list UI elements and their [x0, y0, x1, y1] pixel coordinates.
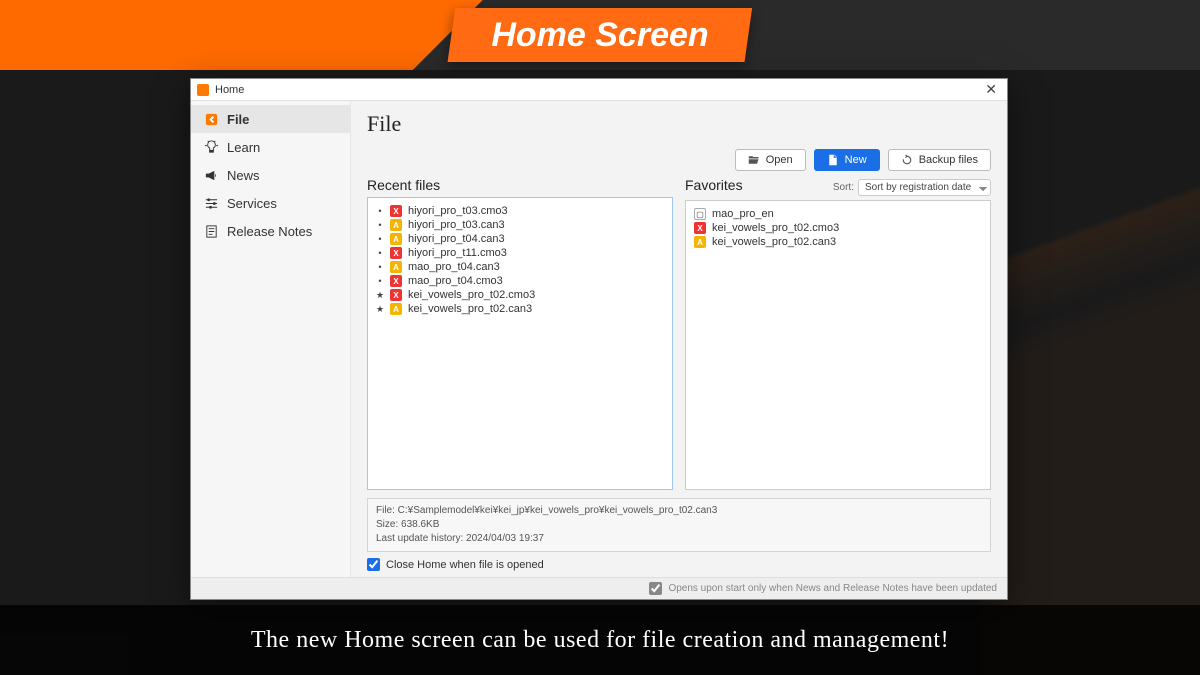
- list-item[interactable]: • Xmao_pro_t04.cmo3: [376, 274, 664, 288]
- bg-stripe-right: [980, 0, 1200, 675]
- footer-option[interactable]: Opens upon start only when News and Rele…: [191, 577, 1007, 599]
- folder-icon: ▢: [694, 208, 706, 220]
- pin-mark: ★: [376, 304, 384, 315]
- sidebar-item-label: File: [227, 112, 249, 127]
- list-item[interactable]: • Xhiyori_pro_t03.cmo3: [376, 204, 664, 218]
- sidebar-item-label: Learn: [227, 140, 260, 155]
- cmo3-icon: X: [390, 289, 402, 301]
- pin-mark: •: [376, 220, 384, 230]
- new-button[interactable]: New: [814, 149, 880, 171]
- caption: The new Home screen can be used for file…: [0, 605, 1200, 675]
- banner-title: Home Screen: [448, 8, 753, 62]
- list-item[interactable]: • Xhiyori_pro_t11.cmo3: [376, 246, 664, 260]
- recent-title: Recent files: [367, 177, 440, 193]
- can3-icon: A: [694, 236, 706, 248]
- file-name: hiyori_pro_t03.can3: [408, 219, 505, 231]
- sidebar-item-file[interactable]: File: [191, 105, 350, 133]
- cmo3-icon: X: [390, 247, 402, 259]
- cmo3-icon: X: [390, 275, 402, 287]
- recent-list[interactable]: • Xhiyori_pro_t03.cmo3 • Ahiyori_pro_t03.ca…: [367, 197, 673, 490]
- list-item[interactable]: ★ Xkei_vowels_pro_t02.cmo3: [376, 288, 664, 302]
- recent-panel: Recent files • Xhiyori_pro_t03.cmo3 • Ahiyo…: [367, 177, 673, 490]
- file-name: hiyori_pro_t11.cmo3: [408, 247, 507, 259]
- file-name: kei_vowels_pro_t02.cmo3: [408, 289, 535, 301]
- file-name: mao_pro_en: [712, 208, 774, 220]
- notes-icon: [203, 223, 219, 239]
- backup-icon: [901, 154, 913, 166]
- list-item[interactable]: Xkei_vowels_pro_t02.cmo3: [694, 221, 982, 235]
- sidebar-item-news[interactable]: News: [191, 161, 350, 189]
- cmo3-icon: X: [390, 205, 402, 217]
- favorites-title: Favorites: [685, 177, 743, 193]
- cmo3-icon: X: [694, 222, 706, 234]
- list-item[interactable]: Akei_vowels_pro_t02.can3: [694, 235, 982, 249]
- sort-label: Sort:: [833, 182, 854, 193]
- sidebar-item-label: News: [227, 168, 260, 183]
- info-size: Size: 638.6KB: [376, 518, 982, 532]
- can3-icon: A: [390, 219, 402, 231]
- page-title: File: [367, 113, 991, 135]
- sidebar-item-learn[interactable]: Learn: [191, 133, 350, 161]
- footer-checkbox[interactable]: [649, 582, 662, 595]
- sidebar-item-label: Release Notes: [227, 224, 312, 239]
- file-name: kei_vowels_pro_t02.can3: [408, 303, 532, 315]
- new-file-icon: [827, 154, 839, 166]
- window-title: Home: [215, 84, 244, 96]
- can3-icon: A: [390, 261, 402, 273]
- titlebar: Home ✕: [191, 79, 1007, 101]
- file-info: File: C:¥Samplemodel¥kei¥kei_jp¥kei_vowe…: [367, 498, 991, 552]
- app-icon: [197, 84, 209, 96]
- file-name: hiyori_pro_t03.cmo3: [408, 205, 508, 217]
- file-name: hiyori_pro_t04.can3: [408, 233, 505, 245]
- megaphone-icon: [203, 167, 219, 183]
- sidebar: File Learn News Services Release Notes: [191, 101, 351, 577]
- sidebar-item-label: Services: [227, 196, 277, 211]
- file-name: mao_pro_t04.cmo3: [408, 275, 503, 287]
- can3-icon: A: [390, 233, 402, 245]
- info-updated: Last update history: 2024/04/03 19:37: [376, 532, 982, 546]
- file-name: mao_pro_t04.can3: [408, 261, 500, 273]
- close-button[interactable]: ✕: [981, 81, 1001, 98]
- close-on-open-checkbox[interactable]: [367, 558, 380, 571]
- list-item[interactable]: ▢ mao_pro_en: [694, 207, 982, 221]
- pin-mark: •: [376, 262, 384, 272]
- open-button[interactable]: Open: [735, 149, 806, 171]
- backup-button[interactable]: Backup files: [888, 149, 991, 171]
- list-item[interactable]: • Amao_pro_t04.can3: [376, 260, 664, 274]
- folder-open-icon: [748, 154, 760, 166]
- info-path: File: C:¥Samplemodel¥kei¥kei_jp¥kei_vowe…: [376, 504, 982, 518]
- slider-icon: [203, 195, 219, 211]
- can3-icon: A: [390, 303, 402, 315]
- close-on-open-option[interactable]: Close Home when file is opened: [367, 558, 991, 571]
- sidebar-item-services[interactable]: Services: [191, 189, 350, 217]
- pin-mark: •: [376, 206, 384, 216]
- list-item[interactable]: • Ahiyori_pro_t04.can3: [376, 232, 664, 246]
- pin-mark: •: [376, 276, 384, 286]
- app-window: Home ✕ File Learn News Services Release Note…: [190, 78, 1008, 600]
- file-back-icon: [203, 111, 219, 127]
- list-item[interactable]: • Ahiyori_pro_t03.can3: [376, 218, 664, 232]
- sort-select[interactable]: Sort by registration date: [858, 179, 991, 196]
- sidebar-item-release-notes[interactable]: Release Notes: [191, 217, 350, 245]
- pin-mark: •: [376, 248, 384, 258]
- list-item[interactable]: ★ Akei_vowels_pro_t02.can3: [376, 302, 664, 316]
- favorites-panel: Favorites Sort: Sort by registration dat…: [685, 177, 991, 490]
- toolbar: Open New Backup files: [367, 149, 991, 171]
- lightbulb-icon: [203, 139, 219, 155]
- pin-mark: ★: [376, 290, 384, 301]
- file-name: kei_vowels_pro_t02.cmo3: [712, 222, 839, 234]
- favorites-list[interactable]: ▢mao_pro_enXkei_vowels_pro_t02.cmo3Akei_…: [685, 200, 991, 490]
- file-name: kei_vowels_pro_t02.can3: [712, 236, 836, 248]
- pin-mark: •: [376, 234, 384, 244]
